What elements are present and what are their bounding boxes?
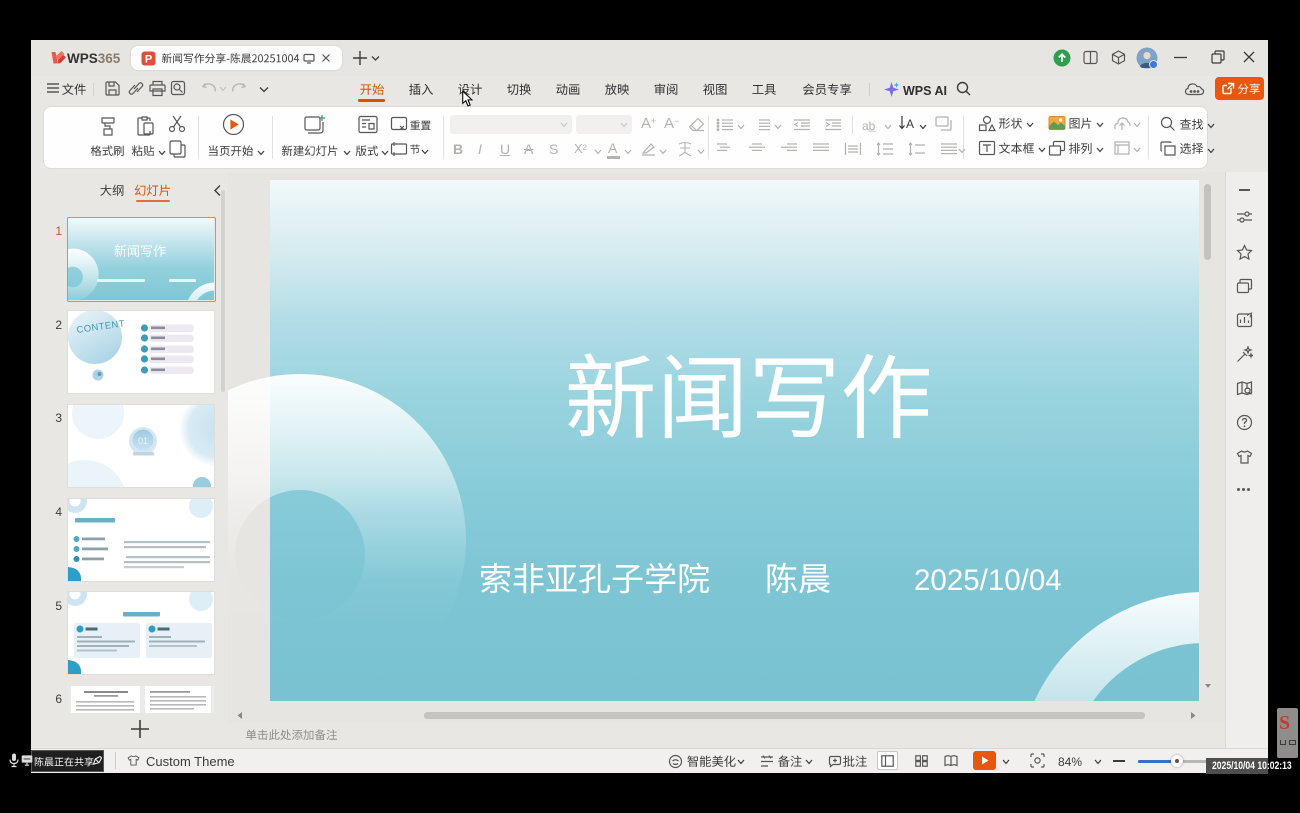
svg-text:A: A — [906, 117, 914, 131]
svg-text:P: P — [145, 54, 152, 66]
svg-text:01: 01 — [138, 436, 148, 446]
